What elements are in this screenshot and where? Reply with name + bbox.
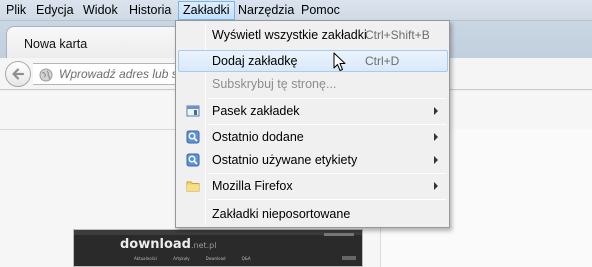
menu-bookmarks[interactable]: Zakładki xyxy=(178,1,235,20)
menu-item-label: Ostatnio dodane xyxy=(212,130,304,144)
smart-folder-icon xyxy=(186,130,200,144)
menu-bar: Plik Edycja Widok Historia Zakładki Narz… xyxy=(0,0,592,21)
back-button[interactable] xyxy=(5,61,31,87)
thumbnail-search xyxy=(342,256,356,260)
menu-item-label: Wyświetl wszystkie zakładki xyxy=(212,28,367,42)
menu-view[interactable]: Widok xyxy=(79,1,122,20)
tab-label: Nowa karta xyxy=(24,37,88,51)
menu-history[interactable]: Historia xyxy=(125,1,175,20)
menu-item-label: Pasek zakładek xyxy=(212,104,300,118)
menu-separator xyxy=(208,173,446,174)
url-placeholder: Wprowadź adres lub s xyxy=(59,67,178,81)
menu-separator xyxy=(208,199,446,200)
menu-item-label: Zakładki nieposortowane xyxy=(212,207,351,221)
menu-item-show-all-bookmarks[interactable]: Wyświetl wszystkie zakładki Ctrl+Shift+B xyxy=(178,24,448,46)
submenu-arrow-icon xyxy=(434,133,438,141)
bookmarks-toolbar-icon xyxy=(186,105,200,117)
thumbnail-tools xyxy=(324,233,354,236)
menu-item-shortcut: Ctrl+Shift+B xyxy=(365,28,430,42)
menu-tools[interactable]: Narzędzia xyxy=(234,1,298,20)
menu-item-shortcut: Ctrl+D xyxy=(365,54,400,68)
bookmarks-menu: Wyświetl wszystkie zakładki Ctrl+Shift+B… xyxy=(175,20,450,228)
menu-separator xyxy=(208,98,446,99)
menu-item-recently-added[interactable]: Ostatnio dodane xyxy=(178,126,448,148)
menu-item-mozilla-firefox[interactable]: Mozilla Firefox xyxy=(178,175,448,197)
site-thumbnail[interactable]: download.net.pl Aktualności Artykuły Downl… xyxy=(73,229,363,267)
globe-icon xyxy=(39,68,53,82)
menu-item-add-bookmark[interactable]: Dodaj zakładkę Ctrl+D xyxy=(178,50,448,72)
menu-separator xyxy=(208,124,446,125)
menu-item-recent-tags[interactable]: Ostatnio używane etykiety xyxy=(178,149,448,171)
menu-item-label: Subskrybuj tę stronę... xyxy=(212,77,337,91)
submenu-arrow-icon xyxy=(434,156,438,164)
menu-edit[interactable]: Edycja xyxy=(32,1,78,20)
menu-help[interactable]: Pomoc xyxy=(297,1,344,20)
menu-file[interactable]: Plik xyxy=(2,1,30,20)
menu-item-unsorted-bookmarks[interactable]: Zakładki nieposortowane xyxy=(178,203,448,225)
menu-item-label: Mozilla Firefox xyxy=(212,179,293,193)
menu-item-label: Ostatnio używane etykiety xyxy=(212,153,358,167)
menu-item-bookmarks-toolbar[interactable]: Pasek zakładek xyxy=(178,100,448,122)
url-bar[interactable]: Wprowadź adres lub s xyxy=(33,63,193,85)
menu-item-label: Dodaj zakładkę xyxy=(212,54,298,68)
mouse-cursor-icon xyxy=(333,52,346,71)
back-arrow-icon xyxy=(12,68,25,80)
thumbnail-nav: Aktualności Artykuły Download Q&A xyxy=(134,256,251,261)
submenu-arrow-icon xyxy=(434,107,438,115)
thumbnail-brand: download.net.pl xyxy=(120,237,217,252)
smart-folder-icon xyxy=(186,153,200,167)
folder-icon xyxy=(186,181,200,192)
menu-item-subscribe[interactable]: Subskrybuj tę stronę... xyxy=(178,73,448,95)
thumbnail-topline xyxy=(74,230,362,235)
submenu-arrow-icon xyxy=(434,182,438,190)
